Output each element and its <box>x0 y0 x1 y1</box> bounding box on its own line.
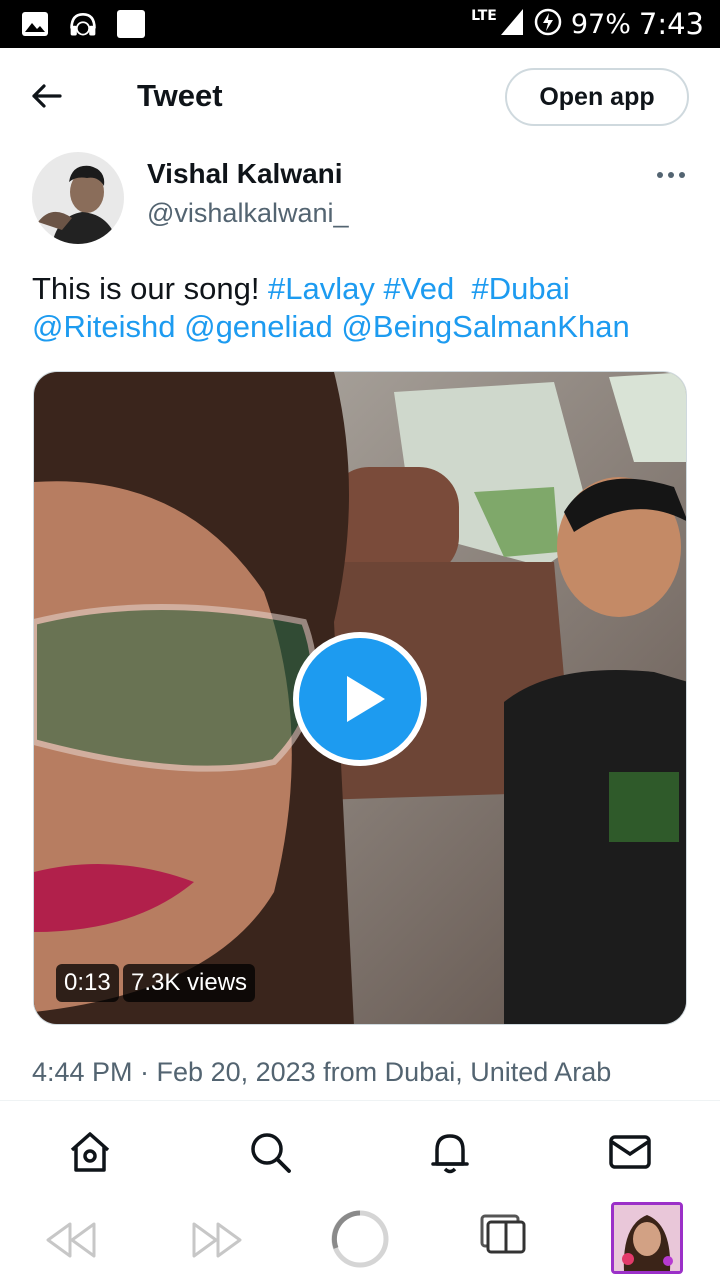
profile-picture <box>614 1205 680 1271</box>
page-title: Tweet <box>137 78 223 113</box>
tabs-icon <box>480 1214 526 1254</box>
browser-reload-button[interactable] <box>330 1208 390 1268</box>
hashtag-link[interactable]: #Ved <box>384 271 455 306</box>
back-button[interactable] <box>28 78 72 118</box>
ellipsis-icon <box>657 172 685 178</box>
mail-icon <box>609 1135 651 1169</box>
signal-icon <box>499 7 525 42</box>
more-options-button[interactable] <box>652 160 692 190</box>
open-app-button[interactable]: Open app <box>505 68 689 126</box>
search-icon <box>251 1133 291 1173</box>
battery-level: 97% <box>570 8 631 40</box>
divider <box>0 1100 720 1101</box>
notification-square-icon <box>116 9 146 39</box>
arrow-left-icon <box>32 84 62 108</box>
rewind-icon <box>46 1222 96 1258</box>
nav-search[interactable] <box>246 1128 294 1176</box>
hashtag-link[interactable]: #Dubai <box>471 271 569 306</box>
browser-tabs-button[interactable] <box>474 1208 534 1268</box>
bell-icon <box>431 1134 469 1174</box>
home-icon <box>70 1132 110 1172</box>
author-avatar[interactable] <box>32 152 124 244</box>
gallery-icon <box>20 9 50 39</box>
status-bar: LTE 97% 7:43 <box>0 0 720 48</box>
hashtag-link[interactable]: #Lavlay <box>268 271 375 306</box>
mention-link[interactable]: @BeingSalmanKhan <box>341 309 629 344</box>
tweet-text: This is our song! #Lavlay #Ved #Dubai @R… <box>32 270 692 346</box>
tweet-timestamp[interactable]: 4:44 PM · Feb 20, 2023 from Dubai, Unite… <box>32 1057 611 1088</box>
fast-forward-icon <box>192 1222 242 1258</box>
nav-messages[interactable] <box>606 1128 654 1176</box>
play-icon <box>347 676 385 722</box>
network-type: LTE <box>471 8 497 24</box>
tweet-header: Tweet Open app <box>0 48 720 148</box>
nav-notifications[interactable] <box>426 1128 474 1176</box>
mention-link[interactable]: @Riteishd <box>32 309 175 344</box>
profile-thumbnail[interactable] <box>611 1202 683 1274</box>
video-views: 7.3K views <box>123 964 256 1002</box>
browser-forward-button[interactable] <box>186 1208 246 1268</box>
video-duration: 0:13 <box>56 964 119 1002</box>
clock: 7:43 <box>638 7 704 41</box>
browser-back-button[interactable] <box>42 1208 102 1268</box>
tweet-text-body: This is our song! <box>32 271 269 306</box>
play-button[interactable] <box>293 632 427 766</box>
author-name[interactable]: Vishal Kalwani <box>147 158 343 190</box>
nav-home[interactable] <box>66 1128 114 1176</box>
reload-icon <box>331 1210 389 1268</box>
mention-link[interactable]: @geneliad <box>184 309 333 344</box>
author-handle[interactable]: @vishalkalwani_ <box>147 198 349 229</box>
headphones-icon <box>68 9 98 39</box>
battery-charging-icon <box>533 7 563 42</box>
